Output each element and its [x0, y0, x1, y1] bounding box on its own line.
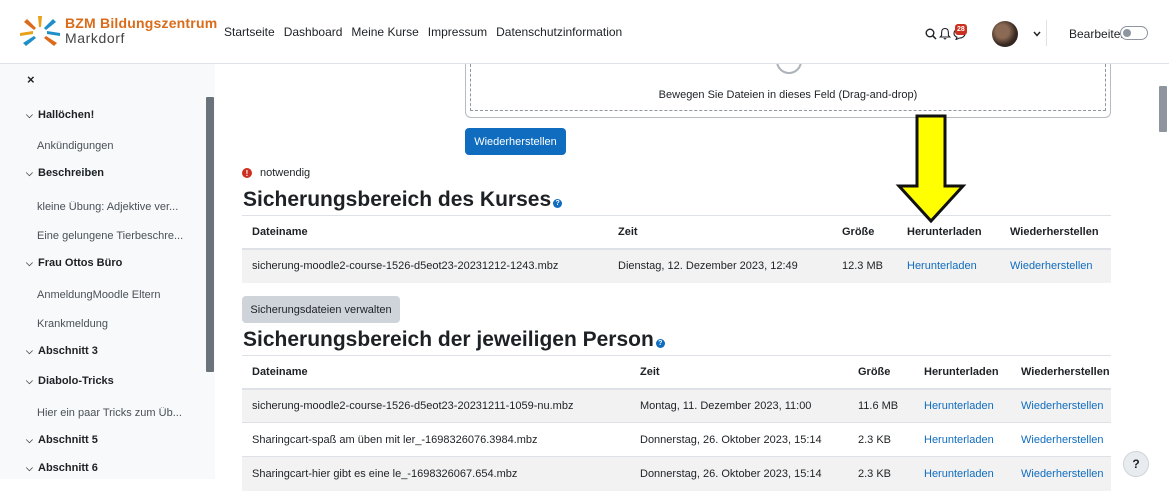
bzm-logo-icon[interactable]: [20, 14, 60, 50]
drawer-section-abschnitt-6[interactable]: ⌵ Abschnitt 6: [0, 462, 206, 474]
search-icon[interactable]: [925, 28, 937, 40]
drawer-scrollbar[interactable]: [206, 97, 214, 372]
chevron-down-icon[interactable]: ⌵: [26, 346, 33, 357]
restore-link[interactable]: Wiederherstellen: [1021, 468, 1104, 480]
column-header-time: Zeit: [608, 215, 832, 250]
download-link[interactable]: Herunterladen: [924, 434, 994, 446]
chevron-down-icon[interactable]: ⌵: [26, 463, 33, 474]
dropzone-hint: Bewegen Sie Dateien in dieses Feld (Drag…: [658, 89, 918, 101]
exclamation-icon: !: [242, 168, 252, 178]
download-link[interactable]: Herunterladen: [924, 400, 994, 412]
column-header-restore: Wiederherstellen: [1011, 355, 1111, 390]
drawer-section-halloechen[interactable]: ⌵ Hallöchen!: [0, 109, 206, 121]
help-icon[interactable]: ?: [553, 199, 563, 208]
section-label: Hallöchen!: [38, 109, 95, 121]
brand-name[interactable]: BZM Bildungszentrum Markdorf: [65, 16, 217, 45]
drawer-link-krankmeldung[interactable]: Krankmeldung: [0, 318, 206, 330]
message-count-badge: 28: [955, 24, 967, 35]
user-backup-heading: Sicherungsbereich der jeweiligen Person?: [243, 328, 665, 352]
download-link[interactable]: Herunterladen: [907, 260, 977, 272]
column-header-time: Zeit: [630, 355, 848, 390]
nav-link-datenschutz[interactable]: Datenschutzinformation: [496, 25, 622, 39]
nav-link-startseite[interactable]: Startseite: [224, 25, 275, 39]
backup-time: Donnerstag, 26. Oktober 2023, 15:14: [630, 456, 848, 491]
backup-time: Montag, 11. Dezember 2023, 11:00: [630, 388, 848, 423]
upload-arrow-icon: [776, 64, 802, 74]
help-icon[interactable]: ?: [655, 339, 665, 348]
chevron-down-icon[interactable]: ⌵: [26, 258, 33, 269]
file-name: sicherung-moodle2-course-1526-d5eot23-20…: [242, 388, 630, 423]
edit-mode-label: Bearbeiten: [1069, 27, 1128, 41]
heading-text: Sicherungsbereich des Kurses: [243, 188, 552, 211]
column-header-filename: Dateiname: [242, 355, 630, 390]
restore-button[interactable]: Wiederherstellen: [465, 128, 566, 155]
drawer-section-abschnitt-5[interactable]: ⌵ Abschnitt 5: [0, 434, 206, 446]
edit-mode-toggle[interactable]: [1120, 26, 1148, 40]
required-indicator: ! notwendig: [242, 167, 310, 179]
drawer-section-abschnitt-3[interactable]: ⌵ Abschnitt 3: [0, 345, 206, 357]
drawer-link-anmeldung[interactable]: AnmeldungMoodle Eltern: [0, 289, 206, 301]
download-link[interactable]: Herunterladen: [924, 468, 994, 480]
section-label: Abschnitt 6: [38, 462, 98, 474]
help-footer-button[interactable]: ?: [1123, 451, 1149, 477]
user-avatar[interactable]: [992, 21, 1018, 47]
course-backup-table: Dateiname Zeit Größe Herunterladen Wiede…: [242, 215, 1111, 283]
section-label: Beschreiben: [38, 167, 105, 179]
column-header-size: Größe: [848, 355, 914, 390]
chevron-down-icon[interactable]: ⌵: [26, 376, 33, 387]
chevron-down-icon[interactable]: ⌵: [26, 168, 33, 179]
restore-link[interactable]: Wiederherstellen: [1010, 260, 1093, 272]
section-label: Frau Ottos Büro: [38, 257, 123, 269]
section-label: Abschnitt 5: [38, 434, 98, 446]
drawer-section-beschreiben[interactable]: ⌵ Beschreiben: [0, 167, 206, 179]
file-size: 12.3 MB: [832, 248, 897, 283]
section-label: Diabolo-Tricks: [38, 375, 114, 387]
file-name: Sharingcart-spaß am üben mit ler_-169832…: [242, 422, 630, 457]
backup-time: Dienstag, 12. Dezember 2023, 12:49: [608, 248, 832, 283]
table-row: sicherung-moodle2-course-1526-d5eot23-20…: [242, 248, 1111, 283]
drawer-section-frau-ottos-buero[interactable]: ⌵ Frau Ottos Büro: [0, 257, 206, 269]
user-backup-table: Dateiname Zeit Größe Herunterladen Wiede…: [242, 355, 1111, 491]
drawer-link-tricks[interactable]: Hier ein paar Tricks zum Üb...: [0, 407, 206, 419]
drawer-section-diabolo-tricks[interactable]: ⌵ Diabolo-Tricks: [0, 375, 206, 387]
table-row: Sharingcart-spaß am üben mit ler_-169832…: [242, 422, 1111, 457]
brand-line-1: BZM Bildungszentrum: [65, 15, 218, 31]
drawer-link-tierbeschreibung[interactable]: Eine gelungene Tierbeschre...: [0, 230, 206, 242]
annotation-arrow-icon: [895, 114, 967, 224]
chevron-down-icon[interactable]: ⌵: [26, 110, 33, 121]
notification-bell-icon[interactable]: [939, 27, 951, 40]
required-label: notwendig: [260, 167, 311, 179]
heading-text: Sicherungsbereich der jeweiligen Person: [243, 328, 654, 351]
column-header-filename: Dateiname: [242, 215, 608, 250]
file-name: sicherung-moodle2-course-1526-d5eot23-20…: [242, 248, 608, 283]
top-navbar: BZM Bildungszentrum Markdorf Startseite …: [0, 0, 1169, 64]
column-header-download: Herunterladen: [914, 355, 1011, 390]
close-drawer-icon[interactable]: ×: [27, 72, 35, 87]
table-row: Sharingcart-hier gibt es eine le_-169832…: [242, 456, 1111, 491]
course-backup-heading: Sicherungsbereich des Kurses?: [243, 188, 563, 212]
page-scrollbar[interactable]: [1159, 86, 1167, 132]
nav-link-meine-kurse[interactable]: Meine Kurse: [351, 25, 418, 39]
nav-link-impressum[interactable]: Impressum: [428, 25, 487, 39]
file-size: 2.3 KB: [848, 422, 914, 457]
column-header-size: Größe: [832, 215, 897, 250]
file-size: 11.6 MB: [848, 388, 914, 423]
section-label: Abschnitt 3: [38, 345, 98, 357]
primary-navigation: Startseite Dashboard Meine Kurse Impress…: [224, 25, 622, 39]
manage-backups-button[interactable]: Sicherungsdateien verwalten: [242, 296, 400, 323]
file-name: Sharingcart-hier gibt es eine le_-169832…: [242, 456, 630, 491]
file-size: 2.3 KB: [848, 456, 914, 491]
drawer-link-adjektive[interactable]: kleine Übung: Adjektive ver...: [0, 201, 206, 213]
backup-time: Donnerstag, 26. Oktober 2023, 15:14: [630, 422, 848, 457]
table-row: sicherung-moodle2-course-1526-d5eot23-20…: [242, 388, 1111, 423]
restore-link[interactable]: Wiederherstellen: [1021, 400, 1104, 412]
nav-link-dashboard[interactable]: Dashboard: [284, 25, 343, 39]
navbar-divider: [1046, 20, 1047, 46]
chevron-down-icon[interactable]: [1033, 31, 1041, 37]
restore-link[interactable]: Wiederherstellen: [1021, 434, 1104, 446]
column-header-restore: Wiederherstellen: [1000, 215, 1111, 250]
brand-line-2: Markdorf: [65, 29, 126, 46]
drawer-link-ankuendigungen[interactable]: Ankündigungen: [0, 140, 206, 152]
chevron-down-icon[interactable]: ⌵: [26, 435, 33, 446]
